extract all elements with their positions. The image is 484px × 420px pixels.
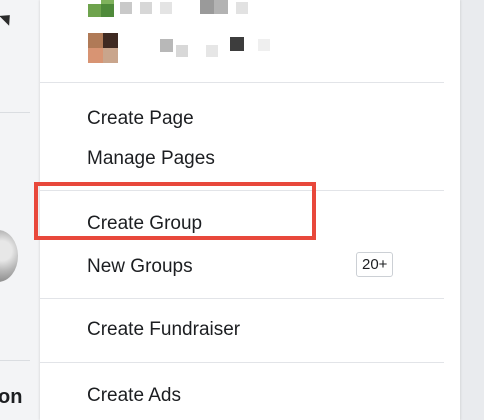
menu-item-create-ads[interactable]: Create Ads — [40, 377, 460, 413]
shortcut-avatar — [88, 4, 101, 17]
shortcut-item-blurred[interactable] — [88, 0, 348, 24]
menu-item-label: Create Fundraiser — [87, 319, 241, 340]
background-right-column — [460, 0, 484, 420]
menu-separator — [40, 362, 444, 363]
shortcut-item-blurred[interactable] — [88, 33, 348, 63]
new-groups-count-badge: 20+ — [356, 252, 394, 277]
shortcut-avatar — [88, 33, 103, 48]
menu-item-label: Manage Pages — [87, 148, 215, 169]
menu-item-label: New Groups — [87, 256, 193, 277]
menu-item-label: Create Ads — [87, 385, 181, 406]
menu-item-manage-pages[interactable]: Manage Pages — [40, 140, 460, 176]
menu-item-label: Create Page — [87, 108, 194, 129]
menu-item-create-fundraiser[interactable]: Create Fundraiser — [40, 311, 460, 347]
background-divider — [0, 112, 30, 113]
background-partial-text: on — [0, 386, 23, 408]
menu-item-create-page[interactable]: Create Page — [40, 100, 460, 136]
account-dropdown-menu: Create Page Manage Pages Create Group Ne… — [40, 0, 460, 420]
background-left-column — [0, 0, 40, 420]
background-divider — [0, 360, 30, 361]
menu-item-label: Create Group — [87, 213, 203, 234]
menu-separator — [40, 82, 444, 83]
menu-separator — [40, 298, 444, 299]
menu-separator — [40, 190, 444, 191]
menu-item-create-group[interactable]: Create Group — [40, 205, 460, 241]
menu-item-new-groups[interactable]: New Groups 20+ — [40, 248, 460, 284]
